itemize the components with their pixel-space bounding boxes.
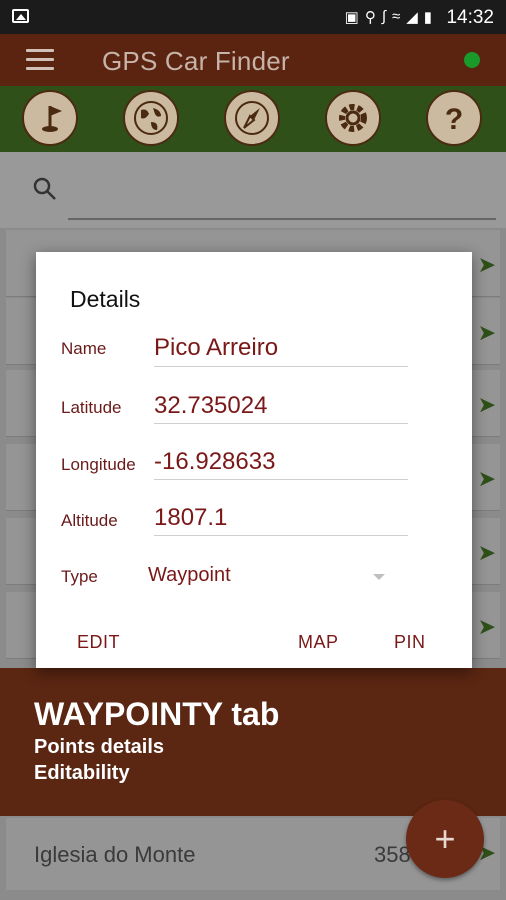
status-bar: ▣ ⚲ ∫ ≈ ◢ ▮ 14:32 [0,0,506,34]
bluetooth-icon: ∫ [381,8,386,25]
list-item-distance: 358 [374,842,411,867]
chevron-down-icon[interactable] [373,574,385,580]
navigate-arrow-icon[interactable]: ➤ [478,466,496,492]
latitude-label: Latitude [61,398,122,417]
name-field[interactable]: Pico Arreiro [154,334,408,368]
navigate-arrow-icon[interactable]: ➤ [478,392,496,418]
search-bar [0,152,506,228]
navigate-arrow-icon[interactable]: ➤ [478,540,496,566]
banner-title: WAYPOINTY tab [34,696,280,732]
altitude-label: Altitude [61,511,118,530]
navigate-arrow-icon[interactable]: ➤ [478,320,496,346]
longitude-field-underline [154,479,408,480]
pin-button[interactable]: PIN [394,632,426,653]
app-bar: GPS Car Finder [0,34,506,86]
gps-status-indicator [464,52,480,68]
compass-button[interactable] [224,90,280,146]
altitude-field-underline [154,535,408,536]
search-icon[interactable] [32,176,58,202]
name-label: Name [61,339,107,358]
globe-icon [134,101,168,135]
help-button[interactable]: ? [426,90,482,146]
hamburger-menu-icon[interactable] [26,49,54,71]
status-time: 14:32 [446,7,494,28]
latitude-field-underline [154,423,408,424]
gear-icon [339,104,367,132]
help-icon: ? [445,103,463,136]
longitude-label: Longitude [61,455,136,474]
edit-button[interactable]: EDIT [77,632,120,653]
type-select[interactable]: Waypoint [148,564,231,587]
add-waypoint-button[interactable]: + [406,800,484,878]
flag-button[interactable] [22,90,78,146]
type-label: Type [61,567,98,586]
banner-line-2: Editability [34,762,130,784]
signal-icon: ◢ [406,9,418,26]
navigate-arrow-icon[interactable]: ➤ [478,614,496,640]
tutorial-banner: WAYPOINTY tab Points details Editability [0,668,506,816]
name-field-underline [154,366,408,367]
details-dialog: Details Name Pico Arreiro Latitude 32.73… [36,252,472,668]
dialog-title: Details [70,286,141,312]
map-button[interactable]: MAP [298,632,339,653]
toolbar: ? [0,86,506,152]
latitude-field[interactable]: 32.735024 [154,392,408,426]
image-icon [12,9,29,23]
app-title: GPS Car Finder [102,46,290,76]
list-item-name: Iglesia do Monte [34,842,196,867]
search-input[interactable] [68,218,496,220]
lock-icon: ▣ [344,9,359,26]
status-icons: ▣ ⚲ ∫ ≈ ◢ ▮ [345,8,432,26]
battery-icon: ▮ [423,9,432,26]
longitude-field[interactable]: -16.928633 [154,448,408,482]
flag-icon [42,106,62,132]
globe-button[interactable] [123,90,179,146]
wifi-icon: ≈ [391,8,401,25]
altitude-field[interactable]: 1807.1 [154,504,408,538]
banner-line-1: Points details [34,736,165,758]
navigate-arrow-icon[interactable]: ➤ [478,252,496,278]
svg-text:?: ? [445,103,463,136]
location-pin-icon: ⚲ [364,9,376,26]
compass-icon [235,101,269,135]
settings-button[interactable] [325,90,381,146]
